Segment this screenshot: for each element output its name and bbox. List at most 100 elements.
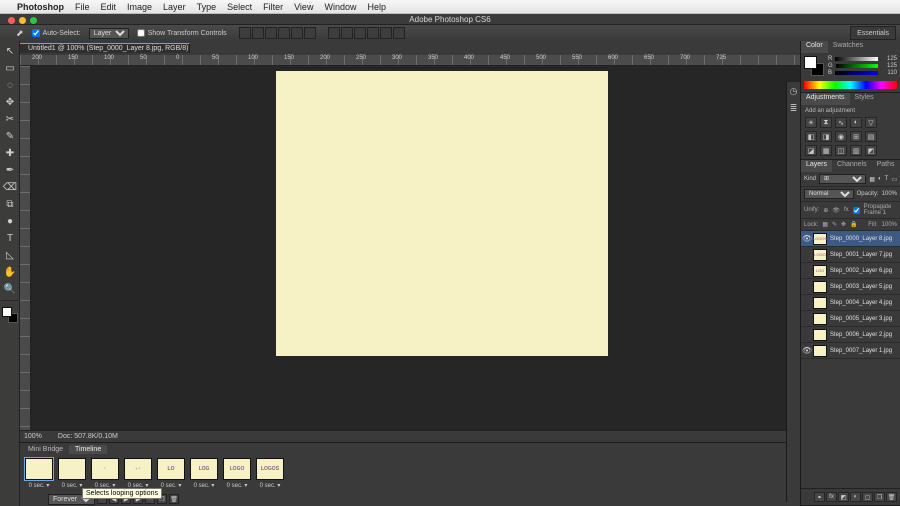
- filter-adj-icon[interactable]: ◐: [878, 176, 882, 182]
- slider-val-G[interactable]: 125: [881, 63, 897, 69]
- menu-file[interactable]: File: [75, 2, 90, 12]
- tool-11[interactable]: T: [1, 230, 19, 247]
- layer-name[interactable]: Step_0005_Layer 3.jpg: [830, 316, 892, 322]
- frame-2[interactable]: 0 sec. ▾: [57, 458, 87, 489]
- link-layers-icon[interactable]: ⚭: [814, 492, 825, 502]
- filter-pixel-icon[interactable]: ▦: [869, 176, 875, 183]
- layer-mask-icon[interactable]: ◩: [838, 492, 849, 502]
- ruler-horizontal[interactable]: 2001501005005010015020025030035040045050…: [20, 55, 800, 66]
- align-btn[interactable]: [265, 27, 277, 39]
- delete-frame-icon[interactable]: 🗑: [169, 494, 179, 504]
- layer-row[interactable]: Step_0005_Layer 3.jpg: [801, 311, 900, 327]
- frame-3[interactable]: ·0 sec. ▾: [90, 458, 120, 489]
- tab-swatches[interactable]: Swatches: [828, 41, 868, 53]
- workspace-switcher[interactable]: Essentials: [850, 26, 896, 40]
- tool-1[interactable]: ▭: [1, 60, 19, 77]
- tab-styles[interactable]: Styles: [850, 93, 879, 105]
- dist-btn[interactable]: [354, 27, 366, 39]
- align-btn[interactable]: [239, 27, 251, 39]
- tab-timeline[interactable]: Timeline: [69, 445, 107, 454]
- layer-name[interactable]: Step_0007_Layer 1.jpg: [830, 348, 892, 354]
- threshold-icon[interactable]: ◫: [835, 145, 847, 156]
- mixer-icon[interactable]: ⊞: [850, 131, 862, 142]
- properties-icon[interactable]: ≣: [790, 103, 798, 114]
- curves-icon[interactable]: ∿: [835, 117, 847, 128]
- slider-B[interactable]: [835, 71, 878, 75]
- tool-14[interactable]: 🔍: [1, 281, 19, 298]
- menu-help[interactable]: Help: [367, 2, 386, 12]
- menu-layer[interactable]: Layer: [163, 2, 186, 12]
- gradient-icon[interactable]: ▥: [850, 145, 862, 156]
- zoom-window-icon[interactable]: [30, 17, 37, 24]
- slider-val-R[interactable]: 125: [881, 56, 897, 62]
- vibrance-icon[interactable]: ▽: [865, 117, 877, 128]
- layer-row[interactable]: Step_0003_Layer 5.jpg: [801, 279, 900, 295]
- selective-icon[interactable]: ◩: [865, 145, 877, 156]
- color-spectrum[interactable]: [804, 81, 897, 89]
- hue-icon[interactable]: ◧: [805, 131, 817, 142]
- close-window-icon[interactable]: [8, 17, 15, 24]
- lock-pos-icon[interactable]: ✥: [841, 221, 846, 228]
- history-icon[interactable]: ◷: [790, 86, 798, 97]
- align-btn[interactable]: [291, 27, 303, 39]
- bw-icon[interactable]: ◨: [820, 131, 832, 142]
- layer-row[interactable]: LOGOStep_0001_Layer 7.jpg: [801, 247, 900, 263]
- layer-row[interactable]: 👁LOGOSStep_0000_Layer 8.jpg: [801, 231, 900, 247]
- lock-all-icon[interactable]: 🔒: [850, 221, 857, 228]
- frame-duration[interactable]: 0 sec. ▾: [161, 482, 182, 489]
- tool-7[interactable]: ✒: [1, 162, 19, 179]
- unify-pos-icon[interactable]: ⊕: [823, 207, 828, 214]
- ruler-vertical[interactable]: [20, 66, 31, 430]
- frame-duration[interactable]: 0 sec. ▾: [194, 482, 215, 489]
- tab-channels[interactable]: Channels: [832, 160, 872, 172]
- layer-name[interactable]: Step_0002_Layer 6.jpg: [830, 268, 892, 274]
- menu-select[interactable]: Select: [227, 2, 252, 12]
- new-layer-icon[interactable]: ❐: [874, 492, 885, 502]
- canvas-area[interactable]: [20, 66, 800, 430]
- dist-btn[interactable]: [367, 27, 379, 39]
- visibility-icon[interactable]: 👁: [801, 346, 813, 355]
- align-btn[interactable]: [304, 27, 316, 39]
- menu-image[interactable]: Image: [127, 2, 152, 12]
- zoom-level[interactable]: 100%: [24, 433, 42, 440]
- frame-4[interactable]: - ·0 sec. ▾: [123, 458, 153, 489]
- minimize-window-icon[interactable]: [19, 17, 26, 24]
- layer-row[interactable]: LOGStep_0002_Layer 6.jpg: [801, 263, 900, 279]
- fill-value[interactable]: 100%: [882, 222, 897, 228]
- invert-icon[interactable]: ◪: [805, 145, 817, 156]
- tool-0[interactable]: ↖: [1, 43, 19, 60]
- menu-edit[interactable]: Edit: [101, 2, 117, 12]
- frame-8[interactable]: LOGOS0 sec. ▾: [255, 458, 285, 489]
- layer-name[interactable]: Step_0000_Layer 8.jpg: [830, 236, 892, 242]
- brightness-icon[interactable]: ☀: [805, 117, 817, 128]
- layer-fx-icon[interactable]: fx: [826, 492, 837, 502]
- dist-btn[interactable]: [341, 27, 353, 39]
- delete-layer-icon[interactable]: 🗑: [886, 492, 897, 502]
- filter-shape-icon[interactable]: ▭: [891, 176, 897, 183]
- dist-btn[interactable]: [328, 27, 340, 39]
- tool-10[interactable]: ●: [1, 213, 19, 230]
- posterize-icon[interactable]: ▦: [820, 145, 832, 156]
- frame-7[interactable]: LOGO0 sec. ▾: [222, 458, 252, 489]
- tool-5[interactable]: ✎: [1, 128, 19, 145]
- tool-8[interactable]: ⌫: [1, 179, 19, 196]
- dist-btn[interactable]: [380, 27, 392, 39]
- layer-name[interactable]: Step_0003_Layer 5.jpg: [830, 284, 892, 290]
- mac-menubar[interactable]: Photoshop FileEditImageLayerTypeSelectFi…: [0, 0, 900, 14]
- layer-row[interactable]: Step_0004_Layer 4.jpg: [801, 295, 900, 311]
- align-btn[interactable]: [252, 27, 264, 39]
- layer-row[interactable]: 👁 Step_0007_Layer 1.jpg: [801, 343, 900, 359]
- tab-color[interactable]: Color: [801, 41, 828, 53]
- frame-duration[interactable]: 0 sec. ▾: [62, 482, 83, 489]
- unify-vis-icon[interactable]: 👁: [832, 207, 840, 214]
- levels-icon[interactable]: ⧗: [820, 117, 832, 128]
- tool-4[interactable]: ✂: [1, 111, 19, 128]
- tab-adjustments[interactable]: Adjustments: [801, 93, 850, 105]
- slider-val-B[interactable]: 110: [881, 70, 897, 76]
- menu-window[interactable]: Window: [324, 2, 356, 12]
- fg-bg-swatch[interactable]: [2, 307, 18, 323]
- tab-mini-bridge[interactable]: Mini Bridge: [22, 445, 69, 454]
- adjustment-layer-icon[interactable]: ◐: [850, 492, 861, 502]
- canvas[interactable]: [276, 71, 608, 356]
- slider-G[interactable]: [836, 64, 878, 68]
